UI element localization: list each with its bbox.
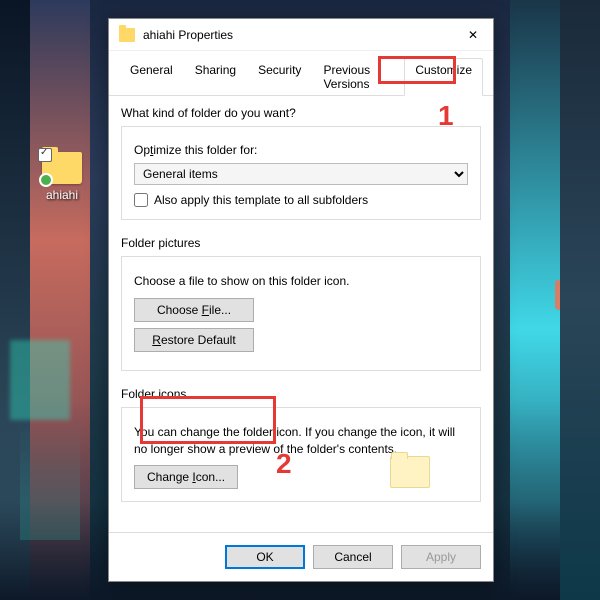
cancel-button[interactable]: Cancel xyxy=(313,545,393,569)
tab-sharing[interactable]: Sharing xyxy=(184,58,247,96)
folder-icons-heading: Folder icons xyxy=(121,387,481,401)
close-icon: ✕ xyxy=(468,28,478,42)
restore-default-button[interactable]: Restore Default xyxy=(134,328,254,352)
sync-badge-icon xyxy=(39,173,53,187)
tab-security[interactable]: Security xyxy=(247,58,312,96)
group-folder-pictures: Folder pictures Choose a file to show on… xyxy=(121,236,481,371)
folder-icons-fieldset: You can change the folder icon. If you c… xyxy=(121,407,481,503)
folder-icons-desc: You can change the folder icon. If you c… xyxy=(134,424,468,458)
folder-kind-fieldset: Optimize this folder for: General items … xyxy=(121,126,481,220)
apply-subfolders-checkbox[interactable]: Also apply this template to all subfolde… xyxy=(134,193,468,207)
folder-icon xyxy=(42,152,82,184)
choose-file-button[interactable]: Choose File... xyxy=(134,298,254,322)
annotation-number-1: 1 xyxy=(438,100,454,132)
ok-button[interactable]: OK xyxy=(225,545,305,569)
folder-pictures-fieldset: Choose a file to show on this folder ico… xyxy=(121,256,481,371)
titlebar[interactable]: ahiahi Properties ✕ xyxy=(109,19,493,51)
folder-pictures-heading: Folder pictures xyxy=(121,236,481,250)
tab-strip: General Sharing Security Previous Versio… xyxy=(109,51,493,96)
properties-dialog: ahiahi Properties ✕ General Sharing Secu… xyxy=(108,18,494,582)
group-folder-icons: Folder icons You can change the folder i… xyxy=(121,387,481,503)
dialog-footer: OK Cancel Apply xyxy=(109,532,493,581)
folder-kind-heading: What kind of folder do you want? xyxy=(121,106,481,120)
desktop-icon-label: ahiahi xyxy=(32,188,92,202)
annotation-number-2: 2 xyxy=(276,448,292,480)
tab-general[interactable]: General xyxy=(119,58,184,96)
tab-previous-versions[interactable]: Previous Versions xyxy=(312,58,404,96)
tab-customize[interactable]: Customize xyxy=(404,58,483,96)
folder-pictures-desc: Choose a file to show on this folder ico… xyxy=(134,273,468,290)
folder-preview-icon xyxy=(390,456,430,488)
apply-subfolders-input[interactable] xyxy=(134,193,148,207)
dialog-content: What kind of folder do you want? Optimiz… xyxy=(109,96,493,532)
optimize-label: Optimize this folder for: xyxy=(134,143,468,157)
desktop-folder-ahiahi[interactable]: ahiahi xyxy=(32,152,92,202)
apply-button[interactable]: Apply xyxy=(401,545,481,569)
change-icon-button[interactable]: Change Icon... xyxy=(134,465,238,489)
window-title: ahiahi Properties xyxy=(143,28,453,42)
optimize-select[interactable]: General items xyxy=(134,163,468,185)
apply-subfolders-label: Also apply this template to all subfolde… xyxy=(154,193,368,207)
group-folder-kind: What kind of folder do you want? Optimiz… xyxy=(121,106,481,220)
checkbox-overlay-icon xyxy=(38,148,52,162)
close-button[interactable]: ✕ xyxy=(453,19,493,51)
folder-icon xyxy=(119,28,135,42)
